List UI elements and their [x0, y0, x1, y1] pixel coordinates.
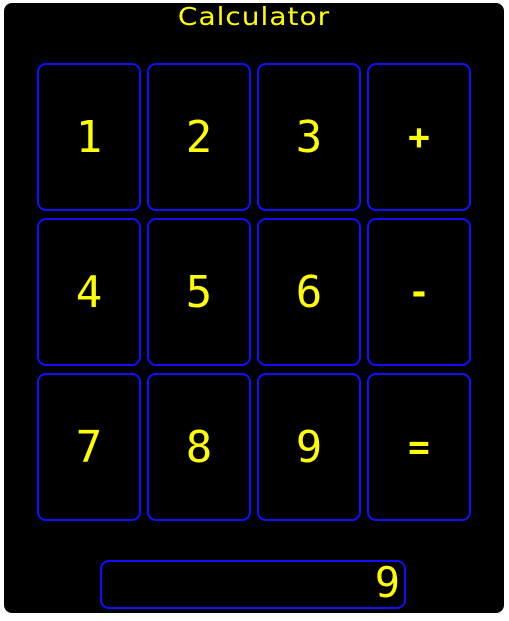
result-display: 9: [100, 560, 406, 609]
key-5-button[interactable]: 5: [147, 218, 251, 366]
key-3-button[interactable]: 3: [257, 63, 361, 211]
keypad: 1 2 3 + 4 5 6 - 7 8 9 =: [37, 63, 472, 523]
plus-button[interactable]: +: [367, 63, 471, 211]
key-2-button[interactable]: 2: [147, 63, 251, 211]
equals-button[interactable]: =: [367, 373, 471, 521]
key-1-button[interactable]: 1: [37, 63, 141, 211]
key-9-button[interactable]: 9: [257, 373, 361, 521]
app-title: Calculator: [177, 1, 331, 32]
key-8-button[interactable]: 8: [147, 373, 251, 521]
calculator-window: Calculator 1 2 3 + 4 5 6 - 7 8 9 = 9: [4, 3, 504, 613]
key-4-button[interactable]: 4: [37, 218, 141, 366]
key-6-button[interactable]: 6: [257, 218, 361, 366]
minus-button[interactable]: -: [367, 218, 471, 366]
key-7-button[interactable]: 7: [37, 373, 141, 521]
